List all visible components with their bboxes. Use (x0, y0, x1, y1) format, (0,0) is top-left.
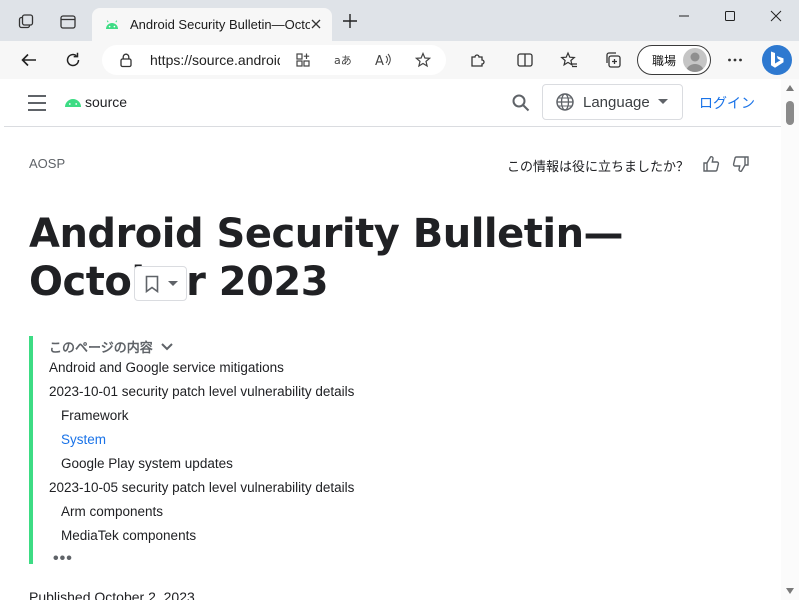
toc-item[interactable]: Android and Google service mitigations (49, 360, 284, 375)
android-icon (104, 17, 120, 33)
new-tab-button[interactable] (340, 11, 360, 31)
back-button[interactable] (14, 46, 44, 74)
url-text[interactable]: https://source.android.com/docs/security… (150, 52, 280, 68)
active-tab[interactable]: Android Security Bulletin—October 2023 (92, 8, 332, 41)
svg-text:aあ: aあ (334, 54, 352, 67)
bookmark-icon (145, 275, 159, 293)
thumbs-up-icon[interactable] (700, 153, 722, 175)
caret-down-icon (657, 99, 668, 104)
toc-item[interactable]: Framework (61, 408, 129, 423)
split-screen-icon[interactable] (510, 46, 540, 74)
site-logo[interactable]: source (64, 94, 127, 110)
scroll-up-icon[interactable] (786, 85, 794, 91)
toc-item[interactable]: Google Play system updates (61, 456, 233, 471)
android-logo-icon (65, 99, 81, 107)
logo-text: source (85, 94, 128, 110)
toc-item[interactable]: MediaTek components (61, 528, 196, 543)
lock-icon[interactable] (118, 52, 134, 68)
page-scrollbar[interactable] (781, 79, 799, 600)
chevron-down-icon (161, 342, 173, 350)
workspaces-icon[interactable] (12, 8, 40, 36)
refresh-button[interactable] (58, 46, 88, 74)
toc-item[interactable]: Arm components (61, 504, 163, 519)
app-available-icon[interactable] (292, 50, 314, 70)
published-date: Published October 2, 2023 (29, 589, 195, 600)
tab-actions-icon[interactable] (54, 8, 82, 36)
tab-title: Android Security Bulletin—October 2023 (130, 17, 310, 32)
avatar (683, 48, 707, 72)
svg-text:A: A (375, 54, 384, 68)
login-link[interactable]: ログイン (699, 93, 755, 113)
minimize-button[interactable] (661, 0, 707, 32)
feedback-prompt: この情報は役に立ちましたか？ (507, 159, 690, 174)
address-bar[interactable]: https://source.android.com/docs/security… (102, 45, 446, 75)
page-viewport: source Language ログイン AOSP この情報は役に立ちましたか？… (4, 79, 781, 600)
profile-button[interactable]: 職場 (637, 45, 711, 75)
translate-icon[interactable]: aあ (332, 50, 354, 70)
scroll-down-icon[interactable] (786, 588, 794, 594)
breadcrumb[interactable]: AOSP (29, 156, 65, 171)
browser-toolbar: https://source.android.com/docs/security… (0, 41, 799, 79)
scrollbar-thumb[interactable] (786, 101, 794, 125)
close-tab-icon[interactable] (308, 16, 324, 32)
favorites-icon[interactable] (554, 46, 584, 74)
copilot-icon[interactable] (762, 45, 792, 75)
collections-icon[interactable] (598, 46, 628, 74)
browser-tab-strip: Android Security Bulletin—October 2023 (0, 0, 799, 41)
extensions-icon[interactable] (462, 46, 492, 74)
toc-more-button[interactable]: ••• (53, 551, 73, 567)
thumbs-down-icon[interactable] (730, 153, 752, 175)
favorite-star-icon[interactable] (412, 50, 434, 70)
site-header: source Language ログイン (4, 79, 781, 127)
close-window-button[interactable] (753, 0, 799, 32)
search-icon[interactable] (509, 91, 533, 115)
table-of-contents: このページの内容 Android and Google service miti… (29, 336, 389, 567)
more-menu-icon[interactable] (720, 46, 750, 74)
toc-toggle[interactable]: このページの内容 (49, 337, 173, 356)
toc-heading: このページの内容 (49, 340, 153, 355)
toc-item[interactable]: 2023-10-05 security patch level vulnerab… (49, 480, 354, 495)
toc-item[interactable]: 2023-10-01 security patch level vulnerab… (49, 384, 354, 399)
language-label: Language (583, 93, 650, 111)
toc-item-active[interactable]: System (61, 432, 106, 447)
menu-icon[interactable] (26, 94, 48, 112)
bookmark-button[interactable] (134, 266, 187, 301)
language-select[interactable]: Language (542, 84, 683, 120)
maximize-button[interactable] (707, 0, 753, 32)
read-aloud-icon[interactable]: A (372, 50, 394, 70)
profile-label: 職場 (652, 53, 677, 68)
globe-icon (556, 93, 574, 111)
caret-down-icon (168, 280, 178, 286)
